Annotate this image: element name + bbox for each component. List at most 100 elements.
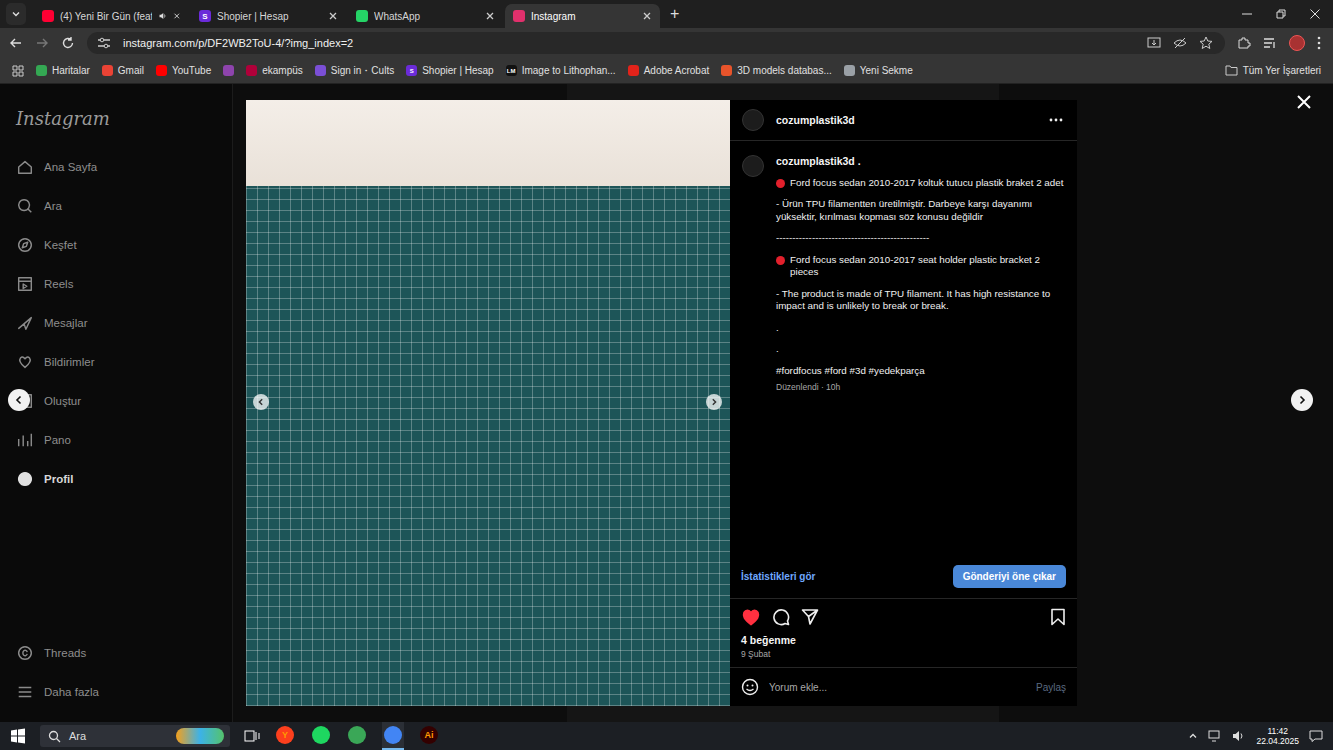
favicon-icon: S <box>199 10 211 22</box>
bookmark[interactable]: SShopier | Hesap <box>406 65 494 76</box>
extensions-icon[interactable] <box>1237 36 1251 50</box>
sidebar-item[interactable]: Ara <box>16 196 220 216</box>
bookmark[interactable]: Yeni Sekme <box>844 65 913 76</box>
post-date: 9 Şubat <box>741 646 1066 659</box>
emoji-icon[interactable] <box>741 678 759 696</box>
address-bar[interactable]: instagram.com/p/DF2WB2ToU-4/?img_index=2 <box>87 32 1225 54</box>
tab-title: WhatsApp <box>374 11 479 22</box>
close-window-icon[interactable] <box>1309 8 1321 20</box>
bookmark[interactable]: Gmail <box>102 65 144 76</box>
bookmark-icon <box>223 65 234 76</box>
previous-post-button[interactable] <box>8 389 30 411</box>
all-bookmarks[interactable]: Tüm Yer İşaretleri <box>1225 65 1321 76</box>
sidebar-item[interactable]: Profil <box>16 469 220 489</box>
bookmark[interactable]: Sign in・Cults <box>315 64 394 78</box>
bookmark-icon[interactable] <box>1050 608 1066 626</box>
bookmark[interactable]: 3D models databas... <box>721 65 832 76</box>
reload-icon[interactable] <box>61 36 75 50</box>
tab-search-button[interactable] <box>6 3 26 25</box>
task-view-icon[interactable] <box>244 728 260 744</box>
comment-icon[interactable] <box>772 608 790 626</box>
heart-icon[interactable] <box>741 608 761 626</box>
avatar-icon[interactable] <box>742 155 764 177</box>
caption-line: - Ürün TPU filamentten üretilmiştir. Dar… <box>776 198 1067 223</box>
post-comment-button[interactable]: Paylaş <box>1036 682 1066 693</box>
taskbar-app[interactable] <box>310 722 332 750</box>
star-icon[interactable] <box>1199 36 1213 50</box>
volume-icon[interactable] <box>1232 730 1246 742</box>
instagram-logo[interactable]: Instagram <box>16 108 220 157</box>
insights-link[interactable]: İstatistikleri gör <box>741 571 815 582</box>
sidebar-item[interactable]: Mesajlar <box>16 313 220 333</box>
taskbar-search[interactable]: Ara <box>40 725 230 747</box>
apps-icon[interactable] <box>12 65 24 77</box>
sidebar-item[interactable]: Pano <box>16 430 220 450</box>
next-image-button[interactable] <box>706 394 722 410</box>
restore-icon[interactable] <box>1275 8 1287 20</box>
eye-off-icon[interactable] <box>1173 36 1187 50</box>
favicon-icon <box>42 10 54 22</box>
avatar-icon[interactable] <box>742 109 764 131</box>
taskbar-app[interactable] <box>382 722 404 750</box>
bookmark[interactable]: YouTube <box>156 65 211 76</box>
close-tab-icon[interactable] <box>642 11 652 21</box>
sidebar-item[interactable]: Threads <box>16 643 220 663</box>
bookmark[interactable]: LMImage to Lithophan... <box>506 65 616 76</box>
minimize-icon[interactable] <box>1241 8 1253 20</box>
speaker-icon[interactable] <box>158 10 167 22</box>
previous-image-button[interactable] <box>253 394 269 410</box>
network-icon[interactable] <box>1208 730 1222 742</box>
bookmark[interactable]: Adobe Acrobat <box>628 65 710 76</box>
share-icon[interactable] <box>801 608 819 626</box>
more-icon[interactable] <box>1049 118 1063 122</box>
username[interactable]: cozumplastik3d <box>776 114 855 126</box>
bookmark[interactable]: ekampüs <box>246 65 303 76</box>
like-count[interactable]: 4 beğenme <box>741 634 1066 646</box>
site-info-icon[interactable] <box>97 37 111 49</box>
browser-tab[interactable]: WhatsApp <box>348 4 503 28</box>
bookmark[interactable] <box>223 65 234 76</box>
sidebar-item[interactable]: Daha fazla <box>16 682 220 702</box>
bookmark-label: 3D models databas... <box>737 65 832 76</box>
clock[interactable]: 11:4222.04.2025 <box>1256 726 1299 746</box>
chevron-left-icon <box>14 395 24 405</box>
chevron-left-icon <box>257 398 265 406</box>
chevron-down-icon <box>10 8 22 20</box>
new-tab-button[interactable]: + <box>662 5 687 23</box>
close-modal-button[interactable] <box>1297 95 1311 113</box>
sidebar-item[interactable]: Oluştur <box>16 391 220 411</box>
close-tab-icon[interactable] <box>173 11 181 21</box>
search-highlight-icon[interactable] <box>176 728 224 744</box>
menu-icon[interactable] <box>1317 36 1321 50</box>
back-icon[interactable] <box>9 36 23 50</box>
taskbar-app[interactable]: Ai <box>418 722 440 750</box>
sidebar-item[interactable]: Keşfet <box>16 235 220 255</box>
install-icon[interactable] <box>1147 36 1161 50</box>
boost-button[interactable]: Gönderiyi öne çıkar <box>953 565 1066 588</box>
taskbar-app[interactable] <box>346 722 368 750</box>
notifications-icon[interactable] <box>1309 729 1323 743</box>
forward-icon <box>35 36 49 50</box>
caption-line: . <box>776 343 1067 356</box>
next-post-button[interactable] <box>1291 389 1313 411</box>
sidebar-item[interactable]: Bildirimler <box>16 352 220 372</box>
chevron-up-icon[interactable] <box>1188 731 1198 741</box>
close-tab-icon[interactable] <box>485 11 495 21</box>
bookmark[interactable]: Haritalar <box>36 65 90 76</box>
nav-icon <box>16 353 34 371</box>
bookmark-label: Gmail <box>118 65 144 76</box>
close-tab-icon[interactable] <box>328 11 338 21</box>
browser-tab[interactable]: (4) Yeni Bir Gün (feat. Hayk <box>34 4 189 28</box>
sidebar-item[interactable]: Ana Sayfa <box>16 157 220 177</box>
caption-username[interactable]: cozumplastik3d . <box>776 155 1067 168</box>
browser-tab[interactable]: Instagram <box>505 4 660 28</box>
windows-start-icon[interactable] <box>10 728 26 744</box>
profile-avatar[interactable] <box>1289 35 1305 51</box>
bookmark-icon: S <box>406 65 417 76</box>
media-icon[interactable] <box>1263 36 1277 50</box>
chevron-right-icon <box>1297 395 1307 405</box>
browser-tab[interactable]: SShopier | Hesap <box>191 4 346 28</box>
comment-input[interactable]: Yorum ekle... <box>769 682 1026 693</box>
taskbar-app[interactable]: Y <box>274 722 296 750</box>
sidebar-item[interactable]: Reels <box>16 274 220 294</box>
